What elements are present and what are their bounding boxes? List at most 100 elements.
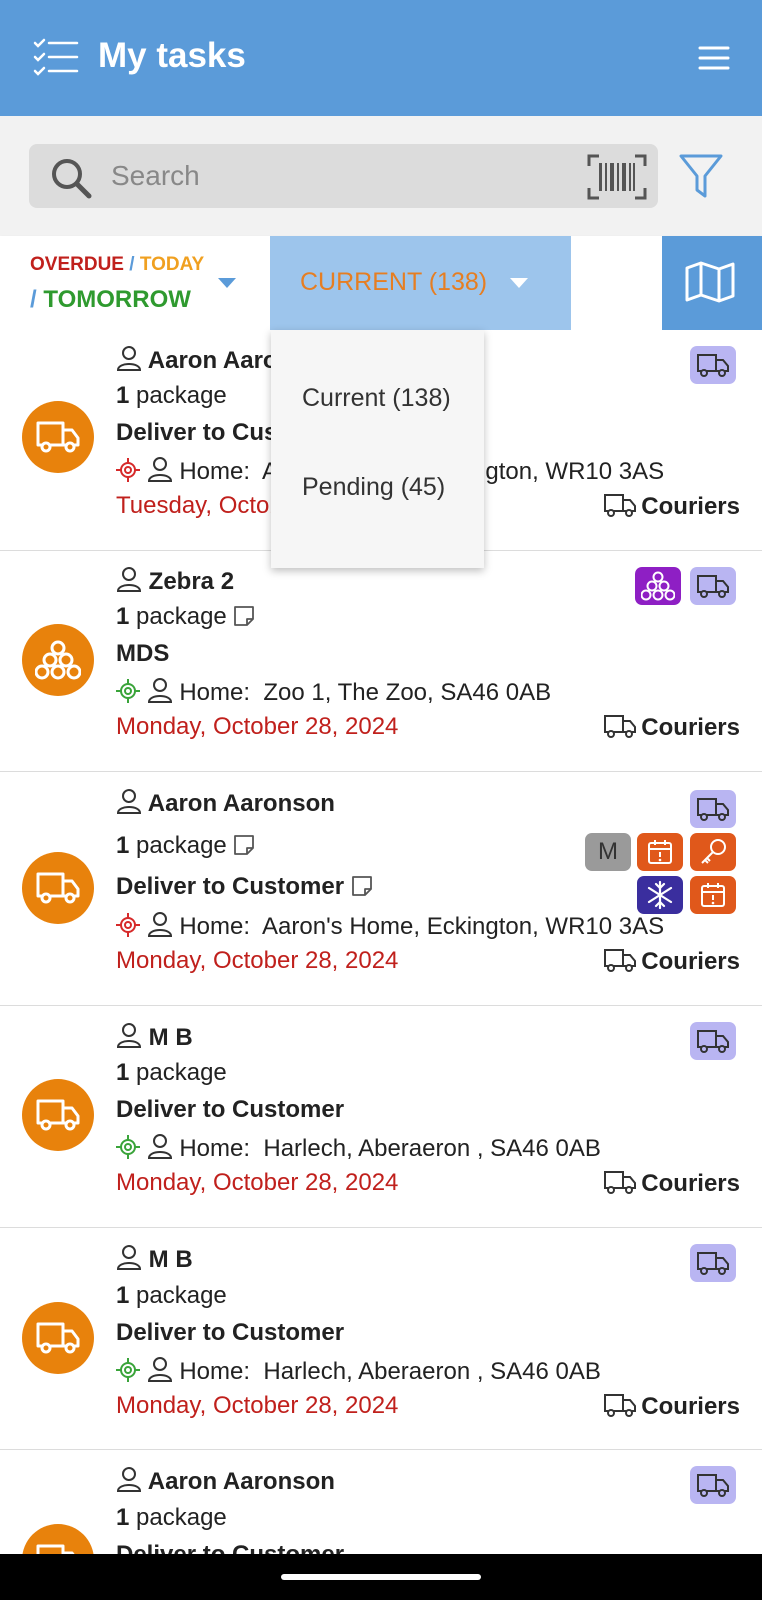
package-count: 1 bbox=[116, 603, 130, 630]
task-address: Home: Zoo 1, The Zoo, SA46 0AB bbox=[116, 677, 551, 707]
task-card[interactable]: M B 1 package Deliver to Customer Home: … bbox=[0, 1228, 762, 1450]
chevron-down-icon bbox=[510, 278, 528, 288]
task-packages: 1 package bbox=[116, 832, 255, 860]
task-address: Home: Harlech, Aberaeron , SA46 0AB bbox=[116, 1356, 601, 1386]
team-name: Couriers bbox=[641, 1393, 740, 1420]
vehicle-badge bbox=[690, 790, 736, 828]
person-icon bbox=[116, 1245, 142, 1270]
package-label: package bbox=[129, 1282, 227, 1309]
search-area bbox=[0, 116, 762, 236]
task-team: Couriers bbox=[603, 947, 740, 976]
task-recipient: M B bbox=[116, 1244, 193, 1274]
mds-icon bbox=[22, 624, 94, 696]
address-label: Home: bbox=[179, 1135, 251, 1162]
truck-icon bbox=[604, 715, 637, 738]
truck-icon bbox=[604, 949, 637, 972]
task-card[interactable]: M B 1 package Deliver to Customer Home: … bbox=[0, 1006, 762, 1228]
delivery-truck-icon bbox=[22, 852, 94, 924]
truck-icon bbox=[604, 494, 637, 517]
barcode-scan-icon[interactable] bbox=[587, 154, 647, 200]
location-target-icon bbox=[116, 1135, 140, 1159]
page-title: My tasks bbox=[98, 36, 246, 75]
package-count: 1 bbox=[116, 1282, 130, 1309]
m-badge: M bbox=[585, 833, 631, 871]
search-box bbox=[29, 144, 658, 208]
home-gesture-handle[interactable] bbox=[281, 1574, 481, 1580]
dropdown-option-current[interactable]: Current (138) bbox=[302, 384, 451, 413]
truck-icon bbox=[697, 575, 729, 598]
task-recipient: Aaron Aaronson bbox=[116, 788, 335, 818]
task-packages: 1 package bbox=[116, 1282, 227, 1310]
calendar-icon bbox=[701, 883, 725, 907]
task-list-icon bbox=[33, 38, 79, 76]
separator: / bbox=[30, 286, 44, 313]
task-card[interactable]: Zebra 2 1 package MDS Home: Zoo 1, The Z… bbox=[0, 551, 762, 772]
task-date: Monday, October 28, 2024 bbox=[116, 1169, 399, 1196]
person-icon bbox=[147, 1357, 172, 1382]
task-date: Monday, October 28, 2024 bbox=[116, 947, 399, 974]
delivery-truck-icon bbox=[22, 1079, 94, 1151]
team-name: Couriers bbox=[641, 1170, 740, 1197]
task-recipient: Aaron Aaronson bbox=[116, 1466, 335, 1496]
note-icon bbox=[351, 876, 372, 896]
package-count: 1 bbox=[116, 1504, 130, 1531]
task-address: Home: Aaron's Home, Eckington, WR10 3AS bbox=[116, 911, 664, 941]
app-header: My tasks bbox=[0, 0, 762, 116]
filter-icon[interactable] bbox=[678, 152, 724, 202]
person-icon bbox=[147, 457, 172, 482]
address-text: Aaron's Home, Eckington, WR10 3AS bbox=[262, 913, 665, 940]
note-icon bbox=[234, 835, 255, 855]
address-label: Home: bbox=[179, 913, 251, 940]
calendar-badge bbox=[690, 876, 736, 914]
hamburger-menu-icon[interactable] bbox=[698, 45, 730, 71]
package-label: package bbox=[129, 1504, 227, 1531]
map-button[interactable] bbox=[662, 236, 762, 330]
task-card[interactable]: Aaron Aaronson 1 package Deliver to Cust… bbox=[0, 772, 762, 1006]
delivery-truck-icon bbox=[22, 401, 94, 473]
calendar-icon bbox=[648, 840, 672, 864]
overdue-label: OVERDUE bbox=[30, 254, 124, 275]
truck-icon bbox=[697, 1474, 729, 1497]
person-icon bbox=[116, 1023, 142, 1048]
task-address: Home: Harlech, Aberaeron , SA46 0AB bbox=[116, 1133, 601, 1163]
dropdown-option-pending[interactable]: Pending (45) bbox=[302, 473, 445, 502]
task-packages: 1 package bbox=[116, 382, 227, 410]
delivery-truck-icon bbox=[22, 1302, 94, 1374]
recipient-name: M B bbox=[148, 1024, 193, 1051]
system-navigation-bar bbox=[0, 1554, 762, 1600]
separator: / bbox=[123, 254, 140, 275]
address-label: Home: bbox=[179, 458, 251, 485]
location-target-icon bbox=[116, 913, 140, 937]
tab-status-current[interactable]: CURRENT (138) bbox=[270, 236, 571, 330]
note-icon bbox=[234, 606, 255, 626]
package-count: 1 bbox=[116, 382, 130, 409]
search-input[interactable] bbox=[111, 152, 591, 200]
vehicle-badge bbox=[690, 567, 736, 605]
address-text: Harlech, Aberaeron , SA46 0AB bbox=[263, 1135, 601, 1162]
action-text: Deliver to Customer bbox=[116, 873, 345, 900]
location-target-icon bbox=[116, 458, 140, 482]
task-team: Couriers bbox=[603, 1392, 740, 1421]
location-target-icon bbox=[116, 1358, 140, 1382]
vehicle-badge bbox=[690, 1244, 736, 1282]
address-label: Home: bbox=[179, 1358, 251, 1385]
address-label: Home: bbox=[179, 679, 251, 706]
task-packages: 1 package bbox=[116, 1059, 227, 1087]
recipient-name: Aaron Aaronson bbox=[147, 790, 335, 817]
truck-icon bbox=[604, 1171, 637, 1194]
truck-icon bbox=[697, 354, 729, 377]
recipient-name: M B bbox=[148, 1246, 193, 1273]
filter-tabs: OVERDUE / TODAY / TOMORROW CURRENT (138) bbox=[0, 236, 762, 330]
truck-icon bbox=[697, 1252, 729, 1275]
task-action: MDS bbox=[116, 640, 170, 667]
vehicle-badge bbox=[690, 1022, 736, 1060]
task-date: Monday, October 28, 2024 bbox=[116, 713, 399, 740]
truck-icon bbox=[697, 798, 729, 821]
tab-date-filter[interactable]: OVERDUE / TODAY / TOMORROW bbox=[0, 236, 266, 330]
today-label: TODAY bbox=[139, 254, 205, 275]
key-badge bbox=[690, 833, 736, 871]
status-dropdown-menu: Current (138) Pending (45) bbox=[271, 330, 484, 568]
task-packages: 1 package bbox=[116, 603, 255, 631]
person-icon bbox=[116, 567, 142, 592]
status-label: CURRENT (138) bbox=[300, 268, 488, 296]
